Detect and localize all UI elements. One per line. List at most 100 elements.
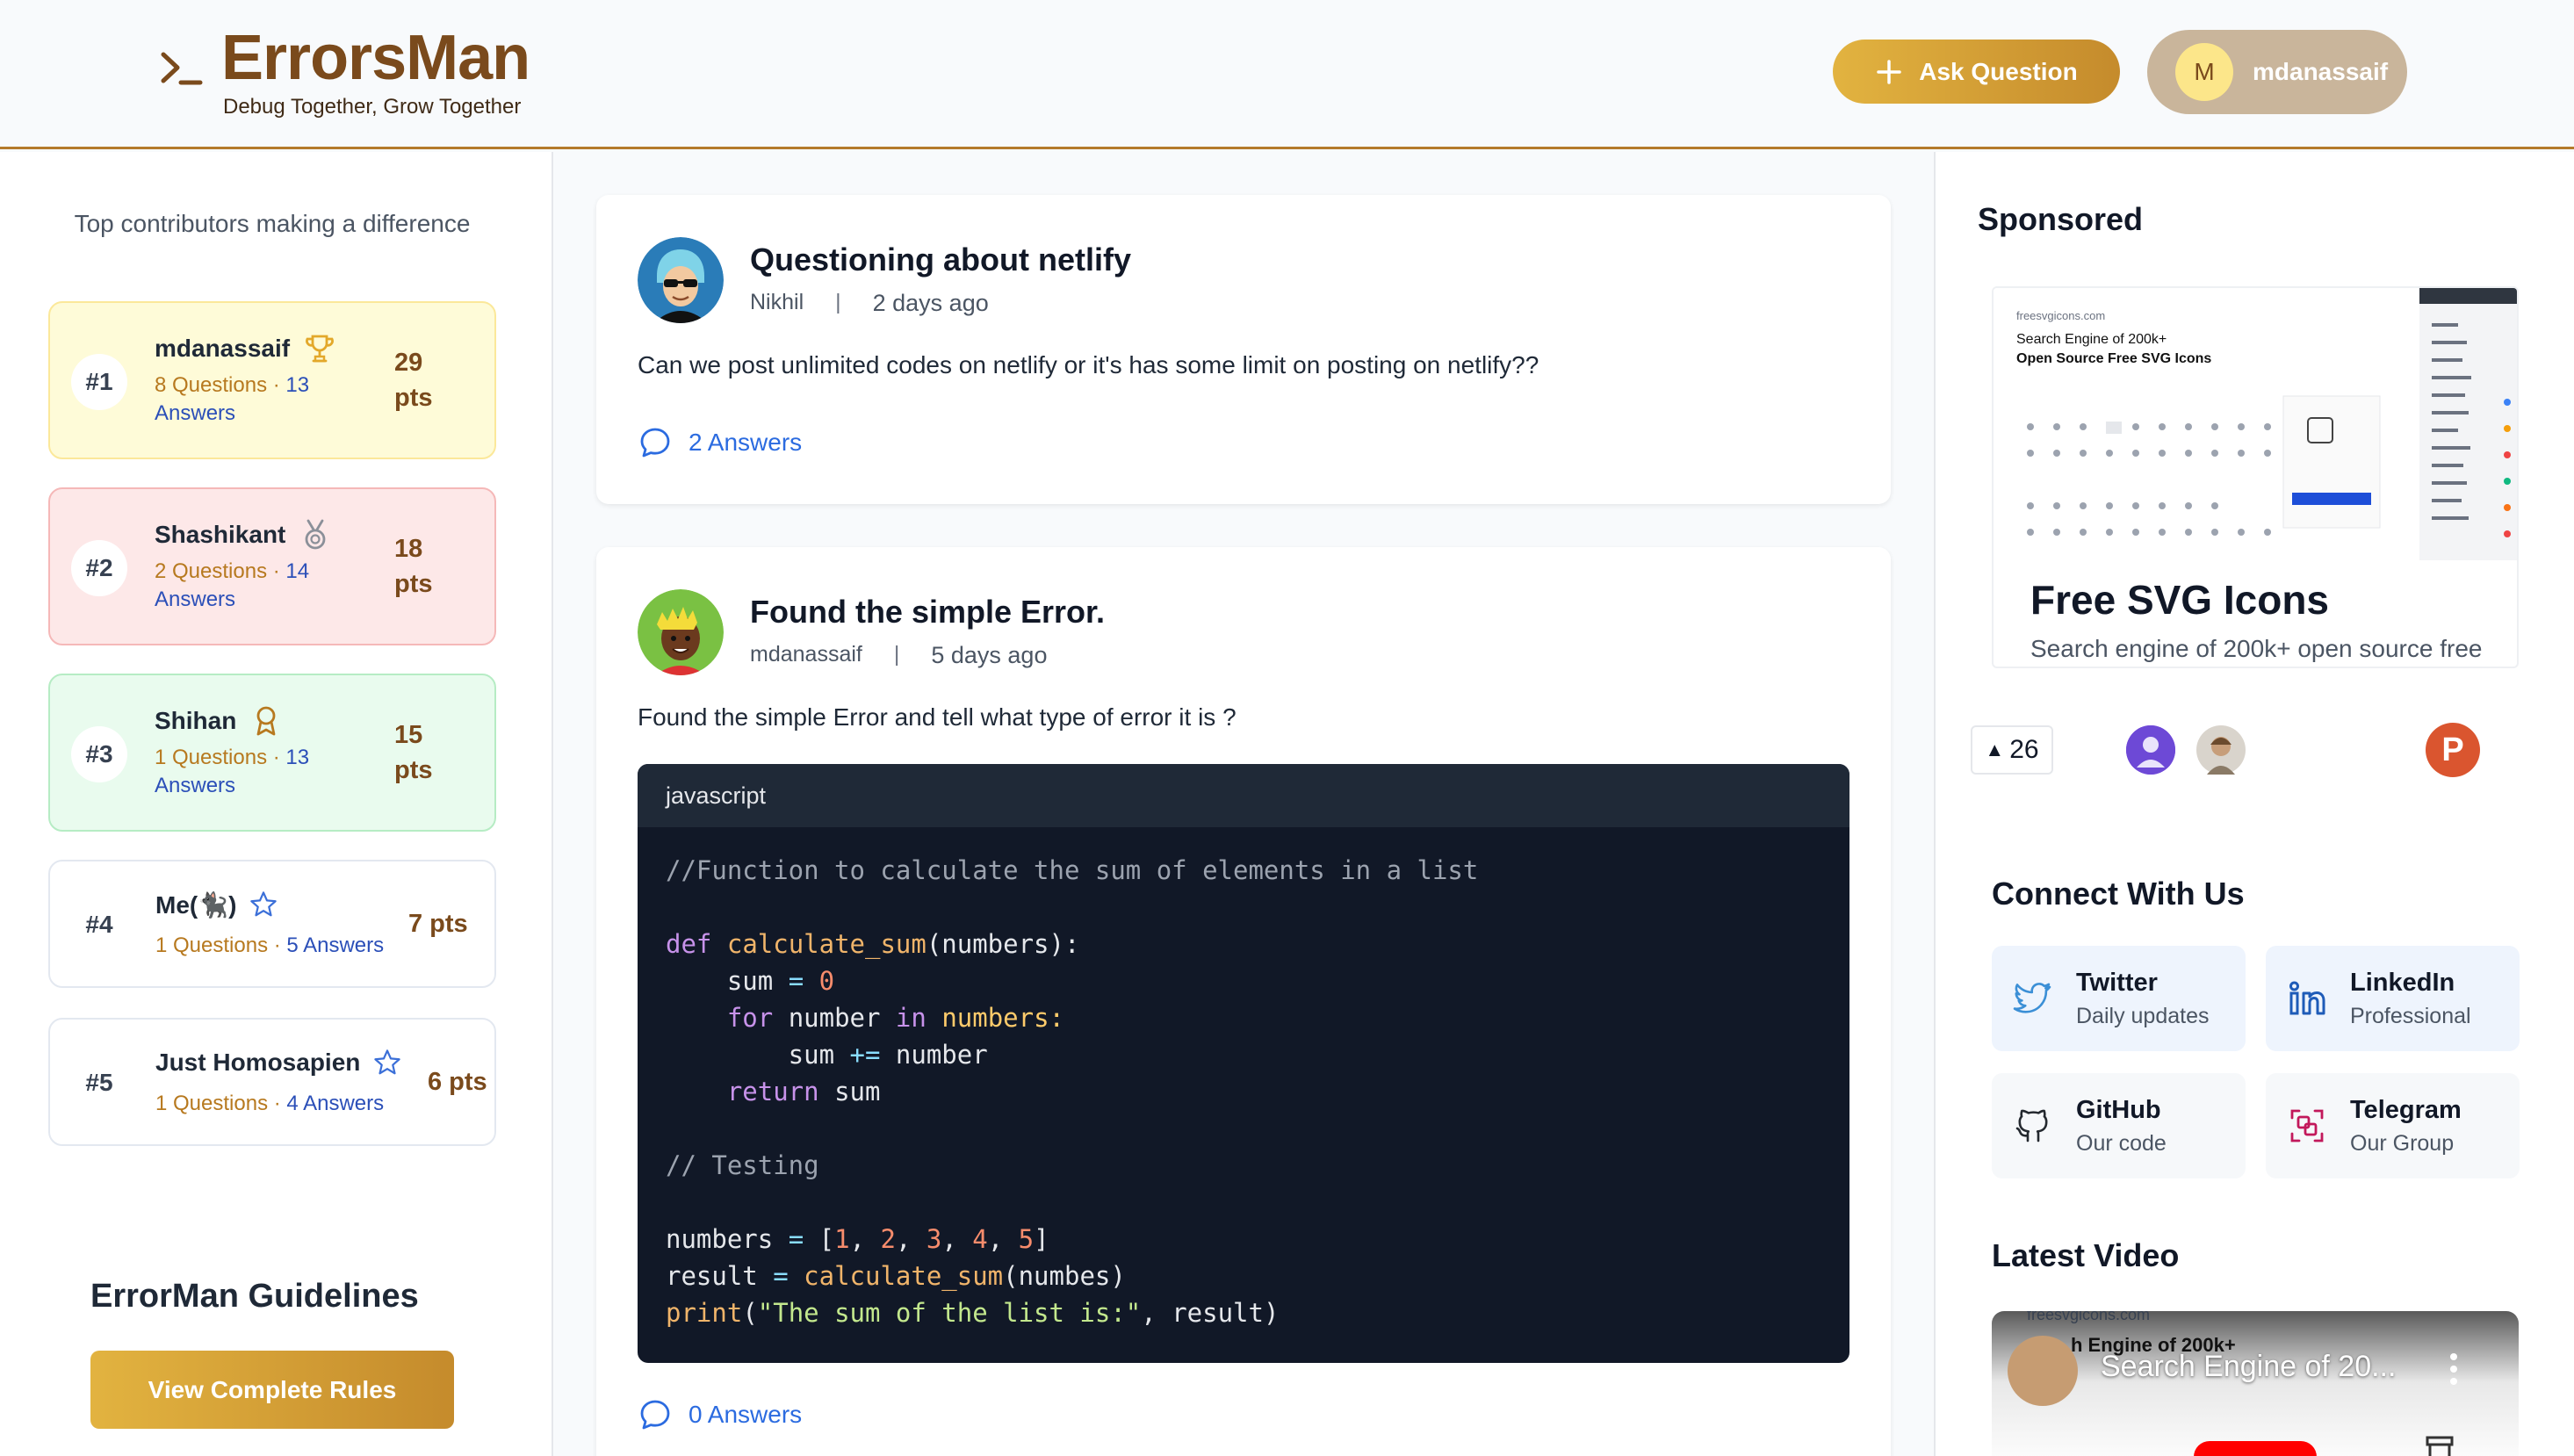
- contributor-name: Shihan: [155, 703, 284, 739]
- social-sub: Professional: [2350, 1004, 2471, 1028]
- contributor-card[interactable]: #2 Shashikant 2 Questions · 14 Answers 1…: [48, 487, 496, 645]
- product-hunt-icon[interactable]: P: [2426, 723, 2480, 777]
- question-feed: Questioning about netlify Nikhil | 2 day…: [555, 152, 1934, 1456]
- meta-separator: |: [835, 290, 841, 314]
- comment-icon: [640, 428, 670, 458]
- play-button[interactable]: [2194, 1441, 2317, 1456]
- social-name: GitHub: [2076, 1096, 2161, 1124]
- code-line: sum = 0: [666, 966, 835, 996]
- code-block: javascript //Function to calculate the s…: [638, 764, 1849, 1363]
- question-meta: Nikhil | 2 days ago: [750, 290, 989, 317]
- answers-count: 4 Answers: [286, 1092, 385, 1115]
- ad-title[interactable]: Free SVG Icons: [2030, 576, 2329, 623]
- stats-separator: ·: [268, 933, 287, 957]
- sponsored-ad[interactable]: freesvgicons.com Search Engine of 200k+ …: [1992, 286, 2519, 668]
- contributor-rank: #4: [71, 897, 127, 953]
- questions-count: 2 Questions: [155, 559, 268, 583]
- question-card[interactable]: Found the simple Error. mdanassaif | 5 d…: [596, 547, 1891, 1456]
- view-rules-button[interactable]: View Complete Rules: [90, 1351, 454, 1429]
- code-line: return sum: [726, 1077, 881, 1106]
- user-avatar: M: [2175, 43, 2233, 101]
- twitter-link[interactable]: Twitter Daily updates: [1992, 946, 2246, 1051]
- icon-grid-preview: [2011, 392, 2389, 559]
- question-body: Found the simple Error and tell what typ…: [638, 703, 1237, 731]
- connect-heading: Connect With Us: [1992, 876, 2245, 912]
- contributor-name-text: Shashikant: [155, 521, 286, 548]
- author-avatar: [638, 237, 724, 323]
- contributor-name: mdanassaif: [155, 331, 337, 366]
- questions-count: 1 Questions: [155, 933, 269, 957]
- social-sub: Our Group: [2350, 1131, 2455, 1156]
- contributor-name: Just Homosapien: [155, 1048, 402, 1078]
- author-avatar: [638, 589, 724, 675]
- question-time: 5 days ago: [931, 642, 1048, 668]
- award-icon: [256, 706, 276, 736]
- question-card[interactable]: Questioning about netlify Nikhil | 2 day…: [596, 195, 1891, 504]
- stats-separator: ·: [268, 1092, 287, 1115]
- answers-count-label: 2 Answers: [689, 429, 803, 456]
- social-name: LinkedIn: [2350, 969, 2455, 997]
- code-line: def calculate_sum(numbers):: [666, 929, 1080, 959]
- question-title[interactable]: Found the simple Error.: [750, 594, 1105, 631]
- contributor-points: 6 pts: [428, 1068, 487, 1096]
- ad-side-preview: [2419, 288, 2517, 560]
- github-icon: [2015, 1109, 2048, 1142]
- star-icon: [250, 891, 278, 917]
- telegram-link[interactable]: Telegram Our Group: [2266, 1073, 2520, 1178]
- ad-headline-1: Search Engine of 200k+: [2016, 332, 2167, 347]
- contributor-name-text: Me(🐈‍⬛): [155, 890, 237, 919]
- contributor-points: 18 pts: [394, 535, 433, 598]
- answers-link[interactable]: 2 Answers: [638, 425, 802, 460]
- social-sub: Daily updates: [2076, 1004, 2210, 1028]
- latest-video-heading: Latest Video: [1992, 1237, 2180, 1273]
- question-title[interactable]: Questioning about netlify: [750, 241, 1131, 278]
- video-site-label: freesvgicons.com: [2027, 1311, 2151, 1323]
- contributor-name: Me(🐈‍⬛): [155, 890, 278, 919]
- stats-separator: ·: [267, 746, 286, 769]
- contributor-rank: #2: [71, 540, 127, 596]
- github-link[interactable]: GitHub Our code: [1992, 1073, 2246, 1178]
- contributor-card[interactable]: #4 Me(🐈‍⬛) 1 Questions · 5 Answers 7 pts: [48, 860, 496, 988]
- archive-icon: [2426, 1436, 2454, 1456]
- contributor-card[interactable]: #3 Shihan 1 Questions · 13 Answers 15 pt…: [48, 674, 496, 832]
- right-sidebar: Sponsored freesvgicons.com Search Engine…: [1934, 152, 2574, 1456]
- video-title[interactable]: Search Engine of 20...: [2101, 1350, 2396, 1384]
- latest-video-player[interactable]: freesvgicons.com h Engine of 200k+ Searc…: [1992, 1311, 2519, 1456]
- contributors-subtitle: Top contributors making a difference: [74, 210, 471, 237]
- contributor-stats: 2 Questions · 14 Answers: [155, 558, 365, 614]
- contributor-rank: #5: [71, 1055, 127, 1111]
- contributor-points: 29 pts: [394, 349, 433, 412]
- terminal-prompt-icon: [161, 52, 203, 85]
- question-body: Can we post unlimited codes on netlify o…: [638, 351, 1539, 378]
- question-author[interactable]: mdanassaif: [750, 642, 862, 669]
- ad-site: freesvgicons.com: [2016, 309, 2106, 322]
- user-name: mdanassaif: [2253, 58, 2389, 85]
- social-name: Twitter: [2076, 969, 2158, 997]
- user-menu-button[interactable]: M mdanassaif: [2147, 30, 2407, 114]
- answers-count: 5 Answers: [286, 933, 385, 957]
- stats-separator: ·: [267, 373, 286, 397]
- upvote-triangle-icon: ▲: [1985, 739, 2005, 760]
- brand-tagline: Debug Together, Grow Together: [223, 95, 522, 119]
- contributor-card[interactable]: #5 Just Homosapien 1 Questions · 4 Answe…: [48, 1018, 496, 1146]
- ad-description: Search engine of 200k+ open source free …: [2030, 635, 2483, 667]
- contributor-card[interactable]: #1 mdanassaif 8 Questions · 13 Answers 2…: [48, 301, 496, 459]
- contributor-name-text: Just Homosapien: [155, 1049, 361, 1076]
- ask-question-button[interactable]: Ask Question: [1833, 40, 2120, 104]
- more-options-icon[interactable]: [2448, 1351, 2459, 1387]
- contributor-rank: #1: [71, 354, 127, 410]
- code-line: result = calculate_sum(numbes): [666, 1261, 1126, 1291]
- answers-link[interactable]: 0 Answers: [638, 1397, 802, 1432]
- brand-title[interactable]: ErrorsMan: [221, 23, 530, 93]
- linkedin-link[interactable]: LinkedIn Professional: [2266, 946, 2520, 1051]
- contributor-points: 15 pts: [394, 721, 433, 784]
- sponsored-heading: Sponsored: [1978, 201, 2144, 237]
- question-time: 2 days ago: [872, 290, 989, 316]
- question-author[interactable]: Nikhil: [750, 290, 804, 317]
- code-line: sum += number: [666, 1040, 988, 1070]
- comment-icon: [640, 1400, 670, 1430]
- medal-icon: [305, 519, 326, 550]
- maker-avatar: [2126, 725, 2175, 775]
- upvote-button[interactable]: ▲ 26: [1971, 725, 2053, 775]
